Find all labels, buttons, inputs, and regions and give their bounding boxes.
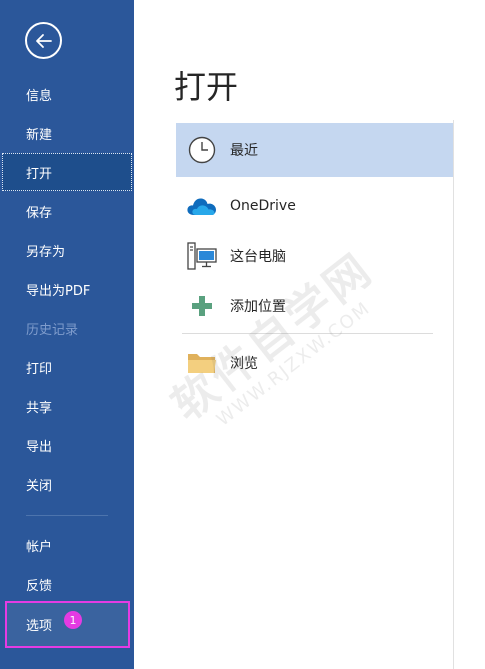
nav-account[interactable]: 帐户	[0, 526, 134, 564]
computer-icon	[182, 236, 222, 276]
nav-history: 历史记录	[26, 322, 79, 338]
location-label: OneDrive	[230, 198, 296, 214]
nav-export-pdf[interactable]: 导出为PDF	[0, 270, 134, 308]
nav-export[interactable]: 导出	[0, 426, 134, 464]
location-divider	[182, 333, 433, 334]
nav-new[interactable]: 新建	[0, 114, 134, 152]
location-label: 这台电脑	[230, 249, 286, 265]
location-label: 浏览	[230, 356, 258, 372]
location-onedrive[interactable]: OneDrive	[176, 180, 453, 232]
back-button[interactable]	[25, 22, 62, 59]
location-label: 添加位置	[230, 299, 286, 315]
step-badge: 1	[64, 611, 82, 629]
folder-icon	[182, 343, 222, 383]
location-add-place[interactable]: 添加位置	[176, 280, 453, 332]
cloud-icon	[182, 186, 222, 226]
nav-close[interactable]: 关闭	[0, 465, 134, 503]
pane-separator	[453, 120, 454, 669]
nav-print[interactable]: 打印	[0, 348, 134, 386]
nav-feedback[interactable]: 反馈	[0, 565, 134, 603]
arrow-left-icon	[35, 33, 52, 48]
nav-save[interactable]: 保存	[0, 192, 134, 230]
location-this-pc[interactable]: 这台电脑	[176, 230, 453, 282]
backstage-sidebar: 信息 新建 打开 保存 另存为 导出为PDF 历史记录 打印 共享 导出 关闭 …	[0, 0, 134, 669]
location-browse[interactable]: 浏览	[176, 337, 453, 389]
nav-share[interactable]: 共享	[0, 387, 134, 425]
location-recent[interactable]: 最近	[176, 123, 453, 177]
location-label: 最近	[230, 143, 258, 159]
nav-open[interactable]: 打开	[2, 153, 132, 191]
nav-info[interactable]: 信息	[0, 75, 134, 113]
open-pane: 打开 最近 OneDrive 这台电脑 添加位置 浏览	[134, 0, 485, 669]
page-title: 打开	[174, 68, 239, 106]
clock-icon	[182, 130, 222, 170]
plus-icon	[182, 286, 222, 326]
nav-save-as[interactable]: 另存为	[0, 231, 134, 269]
sidebar-divider	[26, 515, 108, 516]
